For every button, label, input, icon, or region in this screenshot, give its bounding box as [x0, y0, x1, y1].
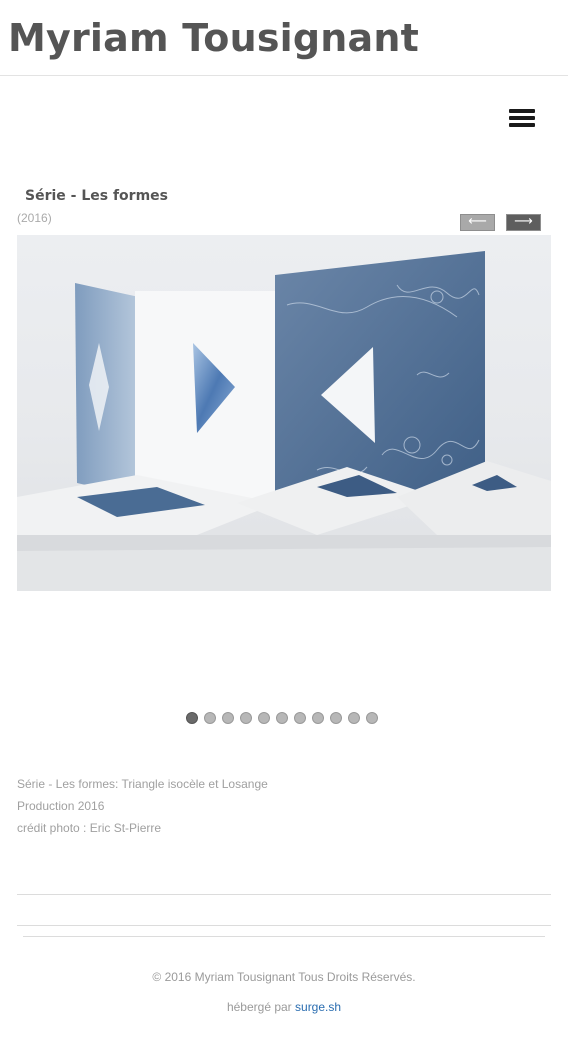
site-title[interactable]: Myriam Tousignant	[8, 16, 419, 60]
slideshow-pagination	[186, 712, 382, 724]
artwork-year: (2016)	[17, 211, 52, 225]
hosted-by-label: hébergé par	[226, 1000, 292, 1014]
caption-production: Production 2016	[17, 799, 105, 813]
divider	[17, 894, 551, 895]
slide-dot-10[interactable]	[348, 712, 360, 724]
slide-dot-7[interactable]	[294, 712, 306, 724]
previous-arrow-button[interactable]: ⟵	[460, 214, 495, 231]
site-header: Myriam Tousignant	[0, 0, 568, 76]
artwork-photo	[17, 235, 551, 591]
surge-link[interactable]: surge.sh	[295, 1000, 341, 1014]
divider	[23, 936, 545, 937]
menu-bar	[509, 116, 535, 120]
slide-dot-2[interactable]	[204, 712, 216, 724]
caption-title: Série - Les formes: Triangle isocèle et …	[17, 777, 268, 791]
slide-dot-9[interactable]	[330, 712, 342, 724]
divider	[17, 925, 551, 926]
footer-hosted-by: hébergé par surge.sh	[0, 1000, 568, 1014]
slide-dot-3[interactable]	[222, 712, 234, 724]
slide-dot-11[interactable]	[366, 712, 378, 724]
slide-dot-6[interactable]	[276, 712, 288, 724]
slide-dot-8[interactable]	[312, 712, 324, 724]
footer-copyright: © 2016 Myriam Tousignant Tous Droits Rés…	[152, 970, 416, 984]
caption-photo-credit: crédit photo : Eric St-Pierre	[17, 821, 162, 835]
menu-bar	[509, 123, 535, 127]
hamburger-menu-icon[interactable]	[508, 106, 536, 130]
slide-dot-1[interactable]	[186, 712, 198, 724]
slide-dot-4[interactable]	[240, 712, 252, 724]
menu-bar	[509, 109, 535, 113]
slide-dot-5[interactable]	[258, 712, 270, 724]
artwork-photo-illustration	[17, 235, 551, 591]
artwork-title: Série - Les formes	[25, 188, 168, 204]
next-arrow-button[interactable]: ⟶	[506, 214, 541, 231]
